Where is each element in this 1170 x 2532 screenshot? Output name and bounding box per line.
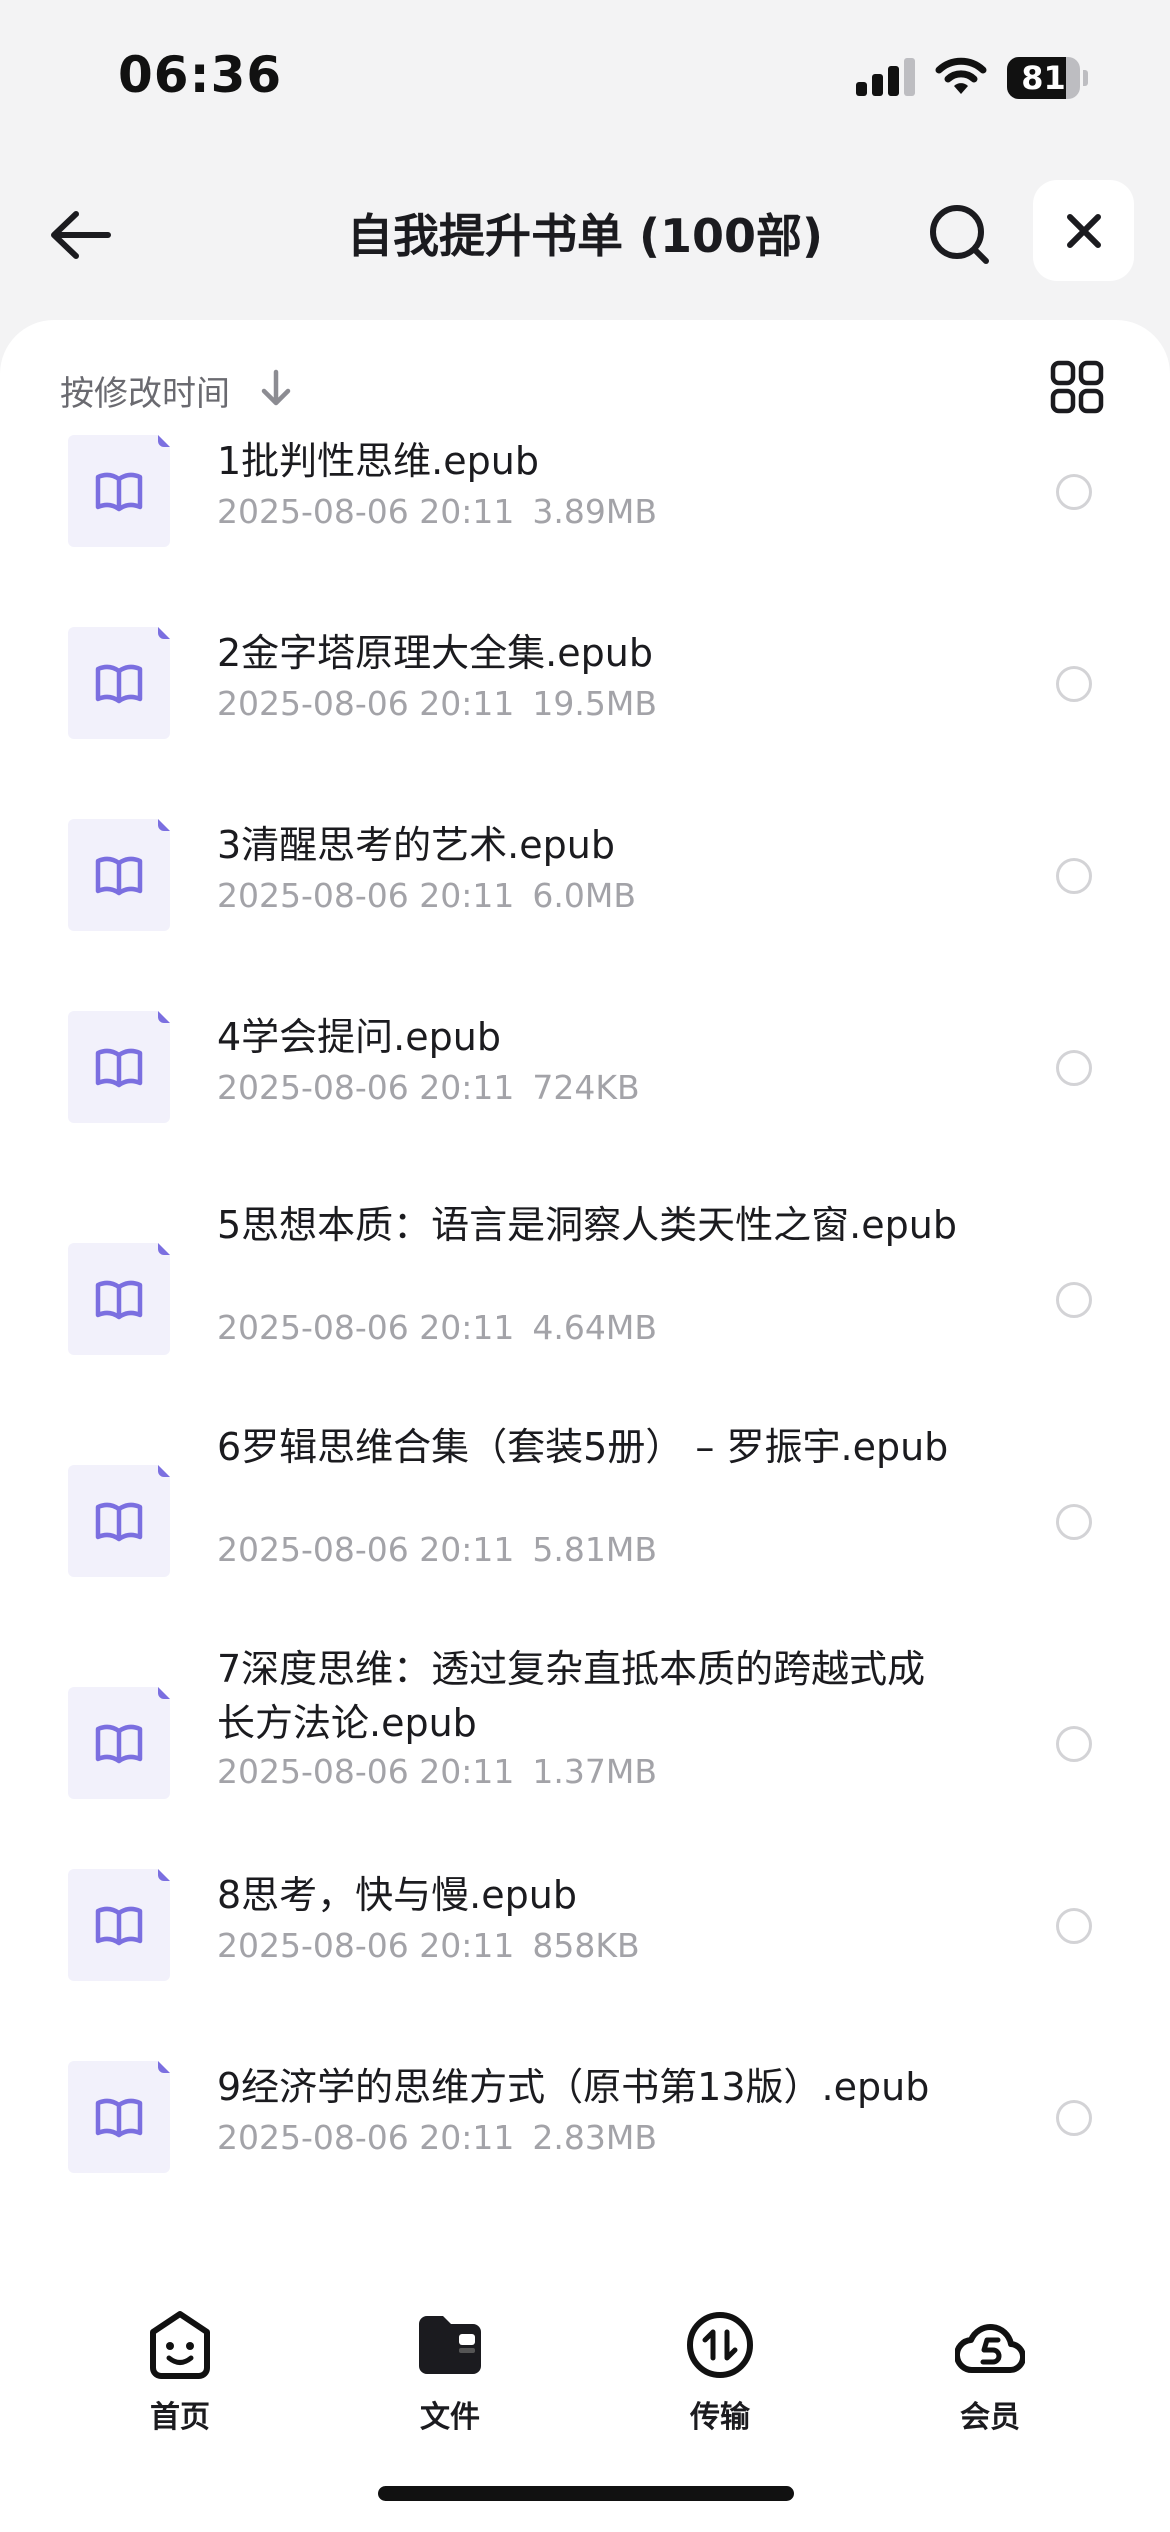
- file-size: 858KB: [532, 1926, 640, 1965]
- epub-file-icon: [68, 1687, 170, 1799]
- battery-level: 81: [1021, 59, 1066, 97]
- select-checkbox[interactable]: [1056, 858, 1092, 894]
- select-checkbox[interactable]: [1056, 1282, 1092, 1318]
- search-icon: [930, 205, 989, 264]
- epub-file-icon: [68, 1011, 170, 1123]
- file-date: 2025-08-06 20:11: [217, 1068, 515, 1107]
- tab-home-label: 首页: [150, 2400, 210, 2435]
- file-name: 6罗辑思维合集（套装5册） – 罗振宇.epub: [217, 1425, 949, 1469]
- select-checkbox[interactable]: [1056, 1726, 1092, 1762]
- folder-icon: [419, 2316, 481, 2374]
- file-date: 2025-08-06 20:11: [217, 492, 515, 531]
- tab-files[interactable]: 文件: [370, 2290, 530, 2440]
- tab-vip[interactable]: 会员: [910, 2290, 1070, 2440]
- file-name: 3清醒思考的艺术.epub: [217, 823, 615, 867]
- select-checkbox[interactable]: [1056, 2100, 1092, 2136]
- file-size: 5.81MB: [532, 1530, 657, 1569]
- file-name: 1批判性思维.epub: [217, 439, 539, 483]
- wifi-icon: [935, 57, 987, 94]
- file-name: 5思想本质：语言是洞察人类天性之窗.epub: [217, 1203, 957, 1247]
- select-checkbox[interactable]: [1056, 1504, 1092, 1540]
- list-item[interactable]: 9经济学的思维方式（原书第13版）.epub 2025-08-06 20:11 2.…: [0, 2056, 1170, 2216]
- list-item[interactable]: 7深度思维：透过复杂直抵本质的跨越式成长方法论.epub 2025-08-06 2…: [0, 1642, 1170, 1842]
- list-item[interactable]: 2金字塔原理大全集.epub 2025-08-06 20:11 19.5MB: [0, 622, 1170, 782]
- close-button[interactable]: [1033, 180, 1134, 281]
- grid-view-icon[interactable]: [1050, 360, 1104, 414]
- cellular-signal-icon: [856, 58, 916, 96]
- file-date: 2025-08-06 20:11: [217, 2118, 515, 2157]
- file-size: 2.83MB: [532, 2118, 657, 2157]
- back-button[interactable]: [40, 195, 120, 275]
- select-checkbox[interactable]: [1056, 1908, 1092, 1944]
- close-icon: [1066, 213, 1101, 248]
- list-item[interactable]: 8思考，快与慢.epub 2025-08-06 20:11 858KB: [0, 1864, 1170, 2024]
- epub-file-icon: [68, 1243, 170, 1355]
- select-checkbox[interactable]: [1056, 1050, 1092, 1086]
- epub-file-icon: [68, 435, 170, 547]
- file-date: 2025-08-06 20:11: [217, 1530, 515, 1569]
- file-meta: 2025-08-06 20:11 724KB: [217, 1068, 640, 1107]
- file-meta: 2025-08-06 20:11 19.5MB: [217, 684, 657, 723]
- list-item[interactable]: 5思想本质：语言是洞察人类天性之窗.epub 2025-08-06 20:11 4.…: [0, 1198, 1170, 1398]
- search-button[interactable]: [920, 195, 1000, 275]
- nav-bar: 自我提升书单 (100部): [0, 170, 1170, 296]
- file-meta: 2025-08-06 20:11 5.81MB: [217, 1530, 657, 1569]
- file-size: 6.0MB: [532, 876, 636, 915]
- sort-option-button[interactable]: 按修改时间: [60, 366, 230, 415]
- file-size: 724KB: [532, 1068, 640, 1107]
- epub-file-icon: [68, 1465, 170, 1577]
- file-meta: 2025-08-06 20:11 1.37MB: [217, 1752, 657, 1791]
- file-date: 2025-08-06 20:11: [217, 684, 515, 723]
- page-title: 自我提升书单 (100部): [346, 209, 824, 263]
- select-checkbox[interactable]: [1056, 474, 1092, 510]
- tab-vip-label: 会员: [960, 2400, 1020, 2435]
- tab-transfer[interactable]: 传输: [640, 2290, 800, 2440]
- file-list-panel: 按修改时间 1批判性思维.epub 2025-08-06 20:11 3.89MB 2…: [0, 320, 1170, 2270]
- file-date: 2025-08-06 20:11: [217, 1926, 515, 1965]
- file-name: 9经济学的思维方式（原书第13版）.epub: [217, 2065, 930, 2109]
- select-checkbox[interactable]: [1056, 666, 1092, 702]
- epub-file-icon: [68, 2061, 170, 2173]
- file-size: 4.64MB: [532, 1308, 657, 1347]
- file-size: 1.37MB: [532, 1752, 657, 1791]
- file-name: 2金字塔原理大全集.epub: [217, 631, 653, 675]
- file-size: 19.5MB: [532, 684, 657, 723]
- file-name: 4学会提问.epub: [217, 1015, 501, 1059]
- file-date: 2025-08-06 20:11: [217, 1308, 515, 1347]
- file-meta: 2025-08-06 20:11 2.83MB: [217, 2118, 657, 2157]
- list-item[interactable]: 3清醒思考的艺术.epub 2025-08-06 20:11 6.0MB: [0, 814, 1170, 974]
- file-meta: 2025-08-06 20:11 858KB: [217, 1926, 640, 1965]
- arrow-down-icon[interactable]: [258, 368, 294, 408]
- epub-file-icon: [68, 1869, 170, 1981]
- file-meta: 2025-08-06 20:11 4.64MB: [217, 1308, 657, 1347]
- tab-home[interactable]: 首页: [100, 2290, 260, 2440]
- battery-icon: 81: [1007, 57, 1088, 99]
- file-date: 2025-08-06 20:11: [217, 876, 515, 915]
- list-item[interactable]: 6罗辑思维合集（套装5册） – 罗振宇.epub 2025-08-06 20:11…: [0, 1420, 1170, 1620]
- file-size: 3.89MB: [532, 492, 657, 531]
- epub-file-icon: [68, 627, 170, 739]
- file-name: 8思考，快与慢.epub: [217, 1873, 577, 1917]
- file-date: 2025-08-06 20:11: [217, 1752, 515, 1791]
- file-meta: 2025-08-06 20:11 3.89MB: [217, 492, 657, 531]
- epub-file-icon: [68, 819, 170, 931]
- home-indicator[interactable]: [378, 2486, 794, 2501]
- smile-icon: [150, 2311, 210, 2379]
- list-item[interactable]: 4学会提问.epub 2025-08-06 20:11 724KB: [0, 1006, 1170, 1166]
- list-item[interactable]: 1批判性思维.epub 2025-08-06 20:11 3.89MB: [0, 430, 1170, 590]
- vip-cloud-icon: [955, 2324, 1025, 2374]
- transfer-icon: [687, 2312, 753, 2378]
- status-time: 06:36: [118, 46, 283, 104]
- tab-files-label: 文件: [420, 2400, 480, 2435]
- file-name: 7深度思维：透过复杂直抵本质的跨越式成长方法论.epub: [217, 1647, 926, 1745]
- arrow-left-icon: [51, 211, 111, 259]
- tab-transfer-label: 传输: [690, 2400, 750, 2435]
- file-meta: 2025-08-06 20:11 6.0MB: [217, 876, 636, 915]
- status-bar: 06:36 81: [0, 0, 1170, 150]
